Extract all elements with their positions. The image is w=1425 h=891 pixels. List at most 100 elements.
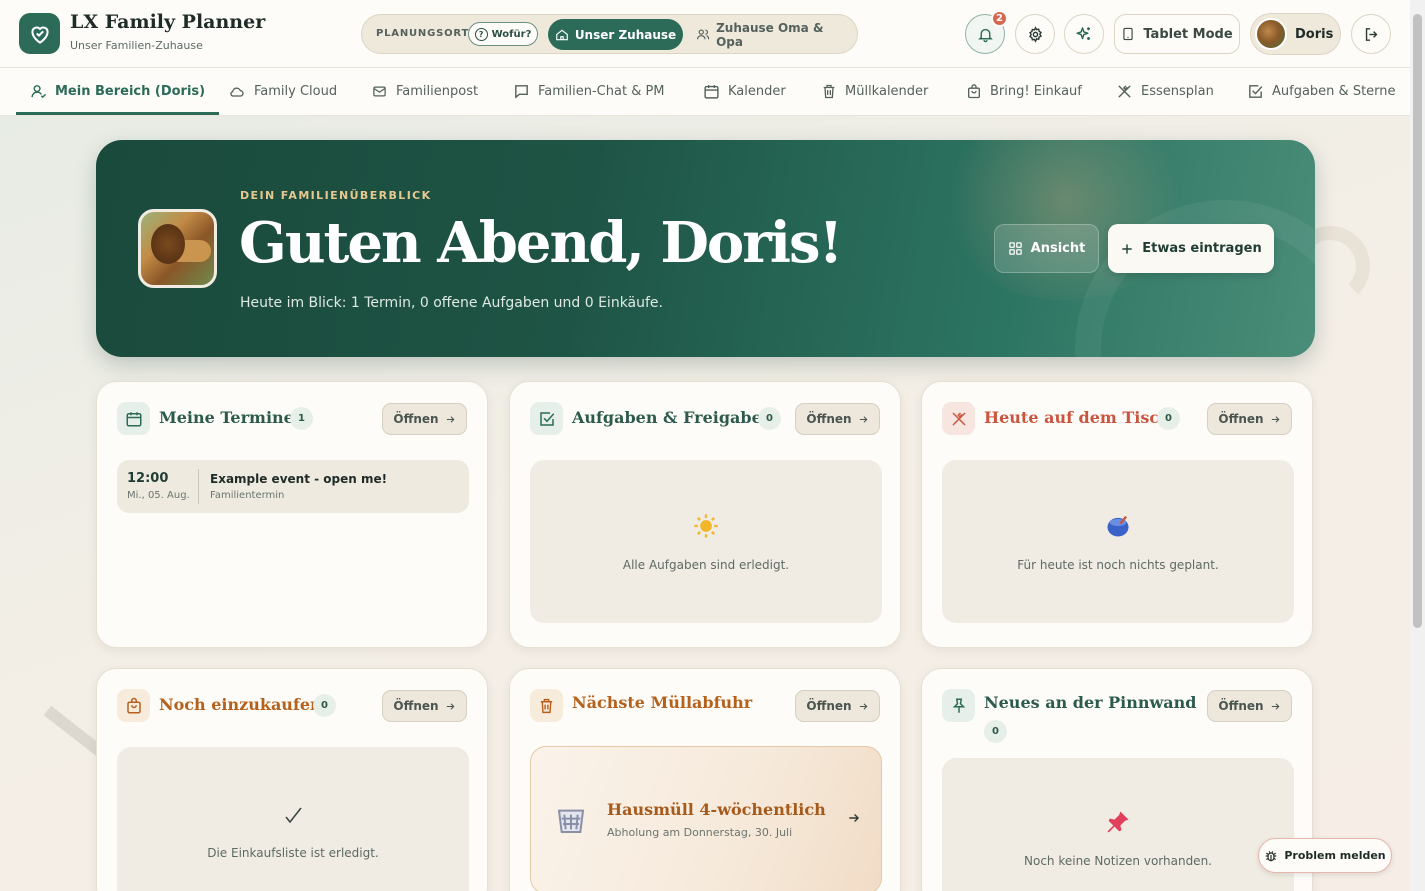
tab-label: Aufgaben & Sterne [1272,84,1396,99]
tab-bring-einkauf[interactable]: Bring! Einkauf [966,68,1082,115]
logout-button[interactable] [1351,14,1391,54]
shopping-card: Noch einzukaufen 0 Öffnen Die Einkaufsli… [96,668,488,891]
sun-icon [694,513,718,538]
empty-state: Die Einkaufsliste ist erledigt. [117,747,469,891]
user-icon [31,85,47,99]
arrow-right-icon [446,702,455,710]
plus-icon [1122,243,1132,254]
tablet-mode-button[interactable]: Tablet Mode [1114,14,1240,54]
help-button[interactable]: ? Wofür? [468,22,538,46]
open-pinboard-button[interactable]: Öffnen [1207,690,1292,722]
view-button[interactable]: Ansicht [994,224,1099,273]
trash-icon [823,84,835,99]
tab-familien-chat[interactable]: Familien-Chat & PM [513,68,665,115]
card-title: Aufgaben & Freigaben [572,408,774,427]
top-bar: LX Family Planner Unser Familien-Zuhause… [0,0,1410,68]
add-entry-button[interactable]: Etwas eintragen [1108,224,1274,273]
card-title: Nächste Müllabfuhr [572,693,753,712]
tab-label: Familien-Chat & PM [538,84,665,99]
bug-icon [1266,850,1277,861]
location-other-label: Zuhause Oma & Opa [716,20,824,49]
add-entry-label: Etwas eintragen [1142,241,1262,256]
count-badge: 1 [290,407,313,430]
location-oma-opa-button[interactable]: Zuhause Oma & Opa [696,19,846,50]
tab-label: Müllkalender [845,84,929,99]
user-avatar-image[interactable] [138,209,217,288]
avatar [1255,18,1287,50]
cloud-icon [230,87,244,97]
chat-icon [515,85,528,99]
calendar-icon [117,402,150,435]
checkbox-icon [1249,85,1263,98]
home-icon [555,29,568,40]
calendar-icon [704,85,719,99]
banner-eyebrow: DEIN FAMILIENÜBERBLICK [240,189,432,202]
tab-family-cloud[interactable]: Family Cloud [228,68,337,115]
tablet-mode-label: Tablet Mode [1143,26,1233,42]
event-item[interactable]: 12:00 Mi., 05. Aug. Example event - open… [117,460,469,513]
tab-label: Bring! Einkauf [990,84,1082,99]
event-title: Example event - open me! [210,472,388,486]
open-label: Öffnen [1218,412,1264,426]
open-appointments-button[interactable]: Öffnen [382,403,467,435]
report-problem-button[interactable]: Problem melden [1258,838,1392,873]
trash-icon [530,689,563,722]
app-logo-icon[interactable] [19,13,60,54]
pin-icon [942,689,975,722]
planning-location-label: PLANUNGSORT [376,28,470,39]
checkmark-icon [285,807,302,824]
location-unser-zuhause-button[interactable]: Unser Zuhause [548,19,683,50]
tab-essensplan[interactable]: Essensplan [1116,68,1214,115]
open-meals-button[interactable]: Öffnen [1207,403,1292,435]
view-button-label: Ansicht [1030,241,1086,256]
grid-icon [1008,242,1022,255]
count-badge: 0 [758,407,781,430]
open-tasks-button[interactable]: Öffnen [795,403,880,435]
card-title: Neues an der Pinnwand [984,693,1197,712]
next-pickup-item[interactable]: Hausmüll 4-wöchentlich Abholung am Donne… [530,746,882,891]
open-garbage-button[interactable]: Öffnen [795,690,880,722]
arrow-right-icon [859,415,868,423]
tab-aufgaben-sterne[interactable]: Aufgaben & Sterne [1247,68,1396,115]
open-shopping-button[interactable]: Öffnen [382,690,467,722]
tab-label: Familienpost [396,84,479,99]
planning-location-switcher: PLANUNGSORT ? Wofür? Unser Zuhause Zuhau… [361,14,858,54]
event-type: Familientermin [210,490,285,501]
open-label: Öffnen [806,412,852,426]
garbage-card: Nächste Müllabfuhr Öffnen Hausmüll 4-wöc… [509,668,901,891]
settings-button[interactable] [1015,14,1055,54]
users-icon [696,29,710,40]
tab-mein-bereich[interactable]: Mein Bereich (Doris) [16,68,220,115]
pinboard-card: Neues an der Pinnwand 0 Öffnen Noch kein… [921,668,1313,891]
tab-label: Family Cloud [254,84,338,99]
user-menu-button[interactable]: Doris [1250,13,1341,55]
tab-muellkalender[interactable]: Müllkalender [821,68,928,115]
bag-icon [968,84,980,99]
question-icon: ? [474,27,488,41]
ai-assistant-button[interactable] [1064,14,1104,54]
tab-familienpost[interactable]: Familienpost [371,68,478,115]
tab-label: Mein Bereich (Doris) [55,84,206,99]
pickup-date: Abholung am Donnerstag, 30. Juli [607,826,793,839]
open-label: Öffnen [393,412,439,426]
appointments-card: Meine Termine 1 Öffnen 12:00 Mi., 05. Au… [96,381,488,648]
bowl-icon [1107,515,1129,536]
cutlery-icon [942,402,975,435]
user-name: Doris [1295,26,1334,42]
logout-icon [1365,27,1377,41]
count-badge: 0 [1157,407,1180,430]
empty-state: Für heute ist noch nichts geplant. [942,460,1294,623]
help-label: Wofür? [491,28,532,40]
open-label: Öffnen [806,699,852,713]
arrow-right-icon [446,415,455,423]
greeting-heading: Guten Abend, Doris! [239,210,843,276]
open-label: Öffnen [393,699,439,713]
tab-kalender[interactable]: Kalender [703,68,786,115]
card-title: Noch einzukaufen [159,695,322,714]
sparkles-icon [1076,27,1090,40]
event-time: 12:00 [127,471,169,486]
tasks-card: Aufgaben & Freigaben 0 Öffnen Alle Aufga… [509,381,901,648]
scrollbar-thumb[interactable] [1413,14,1422,628]
event-date: Mi., 05. Aug. [127,490,190,501]
daily-summary: Heute im Blick: 1 Termin, 0 offene Aufga… [240,295,663,311]
